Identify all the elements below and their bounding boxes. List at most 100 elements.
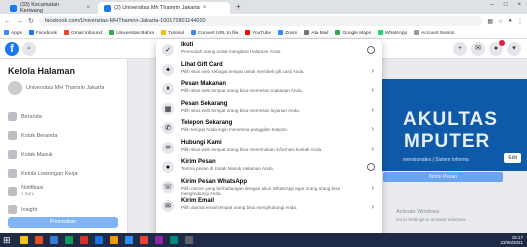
extensions-icon[interactable]: ▦ [487,18,493,25]
sidebar-item-sub: 1 Baru [21,191,35,196]
taskbar-app-icon[interactable] [185,236,193,244]
forward-icon[interactable]: → [16,18,23,25]
sidebar-item-notifikasi[interactable]: Notifikasi 1 Baru [8,185,43,197]
menu-item[interactable]: ⏸ Pesan Makanan Pilih situs web tempat ora… [156,80,382,100]
sidebar-item-kotak-beranda[interactable]: Kotak Beranda [8,131,57,140]
notifications-icon[interactable]: ● [489,40,505,56]
clock-date: 23/06/2021 [500,240,523,245]
close-tab-icon[interactable]: × [86,5,90,11]
reload-icon[interactable]: ↻ [28,17,34,25]
sidebar-item-insight[interactable]: Insight [8,205,37,214]
bookmark-item[interactable]: Universitas Bahra [109,30,154,36]
taskbar-app-icon[interactable] [35,236,43,244]
cover-title-line-2: MPUTER [404,131,491,152]
bookmark-item[interactable]: Google Maps [335,30,371,36]
send-message-button[interactable]: Kirimi Pesan [383,172,503,182]
sidebar-item-label: Insight [21,206,38,213]
bookmark-item[interactable]: Account Sesion [414,30,454,36]
chart-icon [8,205,17,214]
minimize-button[interactable]: – [491,2,494,8]
menu-item-icon: ✦ [162,63,174,76]
sidebar-item-kotak-masuk[interactable]: Kotak Masuk [8,150,53,159]
address-bar-row: ← → ↻ facebook.com/Universitas-MHThamrin… [0,14,527,28]
bookmark-item[interactable]: Apps [4,30,22,36]
browser-tab-0[interactable]: (33) Kecamatan Keriwang × [4,2,96,14]
star-icon[interactable]: ☆ [498,18,503,25]
menu-item[interactable]: ☏ Kirim Pesan WhatsApp Pilih nomor yang be… [156,178,382,198]
taskbar-app-icon[interactable] [20,236,28,244]
menu-item-text: Ikuti Permudah orang untuk mengikuti Hala… [181,42,366,55]
bookmark-icon [4,30,9,36]
bookmark-item[interactable]: WhatsApp [377,30,407,36]
radio-button[interactable] [367,163,375,171]
bookmark-label: Facebook [35,30,58,36]
radio-button[interactable] [367,46,375,54]
menu-item[interactable]: ✆ Telepon Sekarang Pilih tempat Anda ingin… [156,119,382,139]
new-tab-button[interactable]: + [236,2,241,11]
bookmark-icon [335,30,341,36]
browser-tab-1[interactable]: (2) Universitas Mh Thamrin Jakarta × [98,2,230,14]
facebook-tab-icon [104,4,111,12]
plus-icon[interactable]: + [453,42,467,56]
menu-dots-icon[interactable]: ⋮ [517,18,523,25]
taskbar-app-icon[interactable] [95,236,103,244]
edit-cover-button[interactable]: Edit [504,153,521,163]
menu-item-description: Pilih situs web sebagai tempat untuk mem… [181,68,305,74]
taskbar-app-icon[interactable] [155,236,163,244]
menu-item[interactable]: ✉ Kirim Email Pilih alamat email tempat or… [156,197,382,217]
taskbar-app-icon[interactable] [80,236,88,244]
taskbar-app-icon[interactable] [125,236,133,244]
back-icon[interactable]: ← [4,18,11,25]
url-field[interactable]: facebook.com/Universitas-MHThamrin-Jakar… [38,16,483,26]
close-tab-icon[interactable]: × [203,5,207,11]
menu-item[interactable]: ∞ Hubungi Kami Pilih situs web tempat oran… [156,139,382,159]
bookmark-item[interactable]: Ala Mail [304,30,328,36]
menu-item[interactable]: ▦ Pesan Sekarang Pilih situs web tempat or… [156,100,382,120]
facebook-logo[interactable]: f [5,42,19,56]
profile-icon[interactable]: ● [508,18,512,24]
bookmark-label: Ala Mail [311,30,329,36]
bookmark-label: Convert URL to file [197,30,239,36]
maximize-button[interactable]: □ [504,2,508,8]
system-clock[interactable]: 15:17 23/06/2021 [500,235,523,245]
menu-item-text: Kirim Email Pilih alamat email tempat ora… [181,198,366,211]
sidebar-page-switcher[interactable]: Universitas MH Thamrin Jakarta [8,81,116,95]
page-name: Universitas MH Thamrin Jakarta [26,84,105,91]
taskbar-app-icon[interactable] [110,236,118,244]
activate-title: Activate Windows [396,209,440,215]
bookmark-label: Apps [11,30,22,36]
close-window-button[interactable]: × [517,2,521,8]
menu-item-icon: ☏ [162,180,174,193]
bookmark-item[interactable]: Tutorial [161,30,184,36]
start-icon[interactable]: ⊞ [3,235,13,245]
bookmark-item[interactable]: Zoom [278,30,297,36]
sidebar-item-lowongan[interactable]: Kelola Lowongan Kerja [8,169,78,178]
taskbar-app-icon[interactable] [65,236,73,244]
menu-item[interactable]: ● Kirim Pesan Terima pesan di Kotak Masuk … [156,158,382,178]
cover-subtitle: mensionales | Sistem Informa [403,157,469,163]
taskbar-app-icon[interactable] [50,236,58,244]
account-chevron-down-icon[interactable]: ▾ [507,42,521,56]
bookmark-item[interactable]: Convert URL to file [190,30,239,36]
bookmark-item[interactable]: YouTube [245,30,271,36]
bookmark-icon [190,30,196,36]
bookmark-item[interactable]: Gmail Inbound [64,30,102,36]
cover-title-line-1: AKULTAS [403,109,498,130]
menu-item-icon: ▦ [162,102,174,115]
bookmark-item[interactable]: Facebook [28,30,58,36]
taskbar-app-icon[interactable] [170,236,178,244]
header-actions: + ✉ ● ▾ [453,40,521,56]
taskbar-app-icon[interactable] [140,236,148,244]
menu-item-icon: ⏸ [162,83,174,95]
menu-item-text: Hubungi Kami Pilih situs web tempat orang… [181,140,366,153]
promote-button[interactable]: Promosikan [8,217,118,228]
menu-item[interactable]: ✦ Lihat Gift Card Pilih situs web sebagai … [156,61,382,81]
home-icon [8,112,17,121]
bookmark-icon [245,30,251,36]
sidebar-item-beranda[interactable]: Beranda [8,112,42,121]
messenger-icon[interactable]: ✉ [471,42,485,56]
menu-item[interactable]: ✓ Ikuti Permudah orang untuk mengikuti Hal… [156,41,382,61]
search-icon[interactable]: ⌕ [22,42,36,56]
menu-item-title: Pesan Sekarang [181,100,228,107]
menu-item-title: Kirim Pesan WhatsApp [181,178,248,185]
